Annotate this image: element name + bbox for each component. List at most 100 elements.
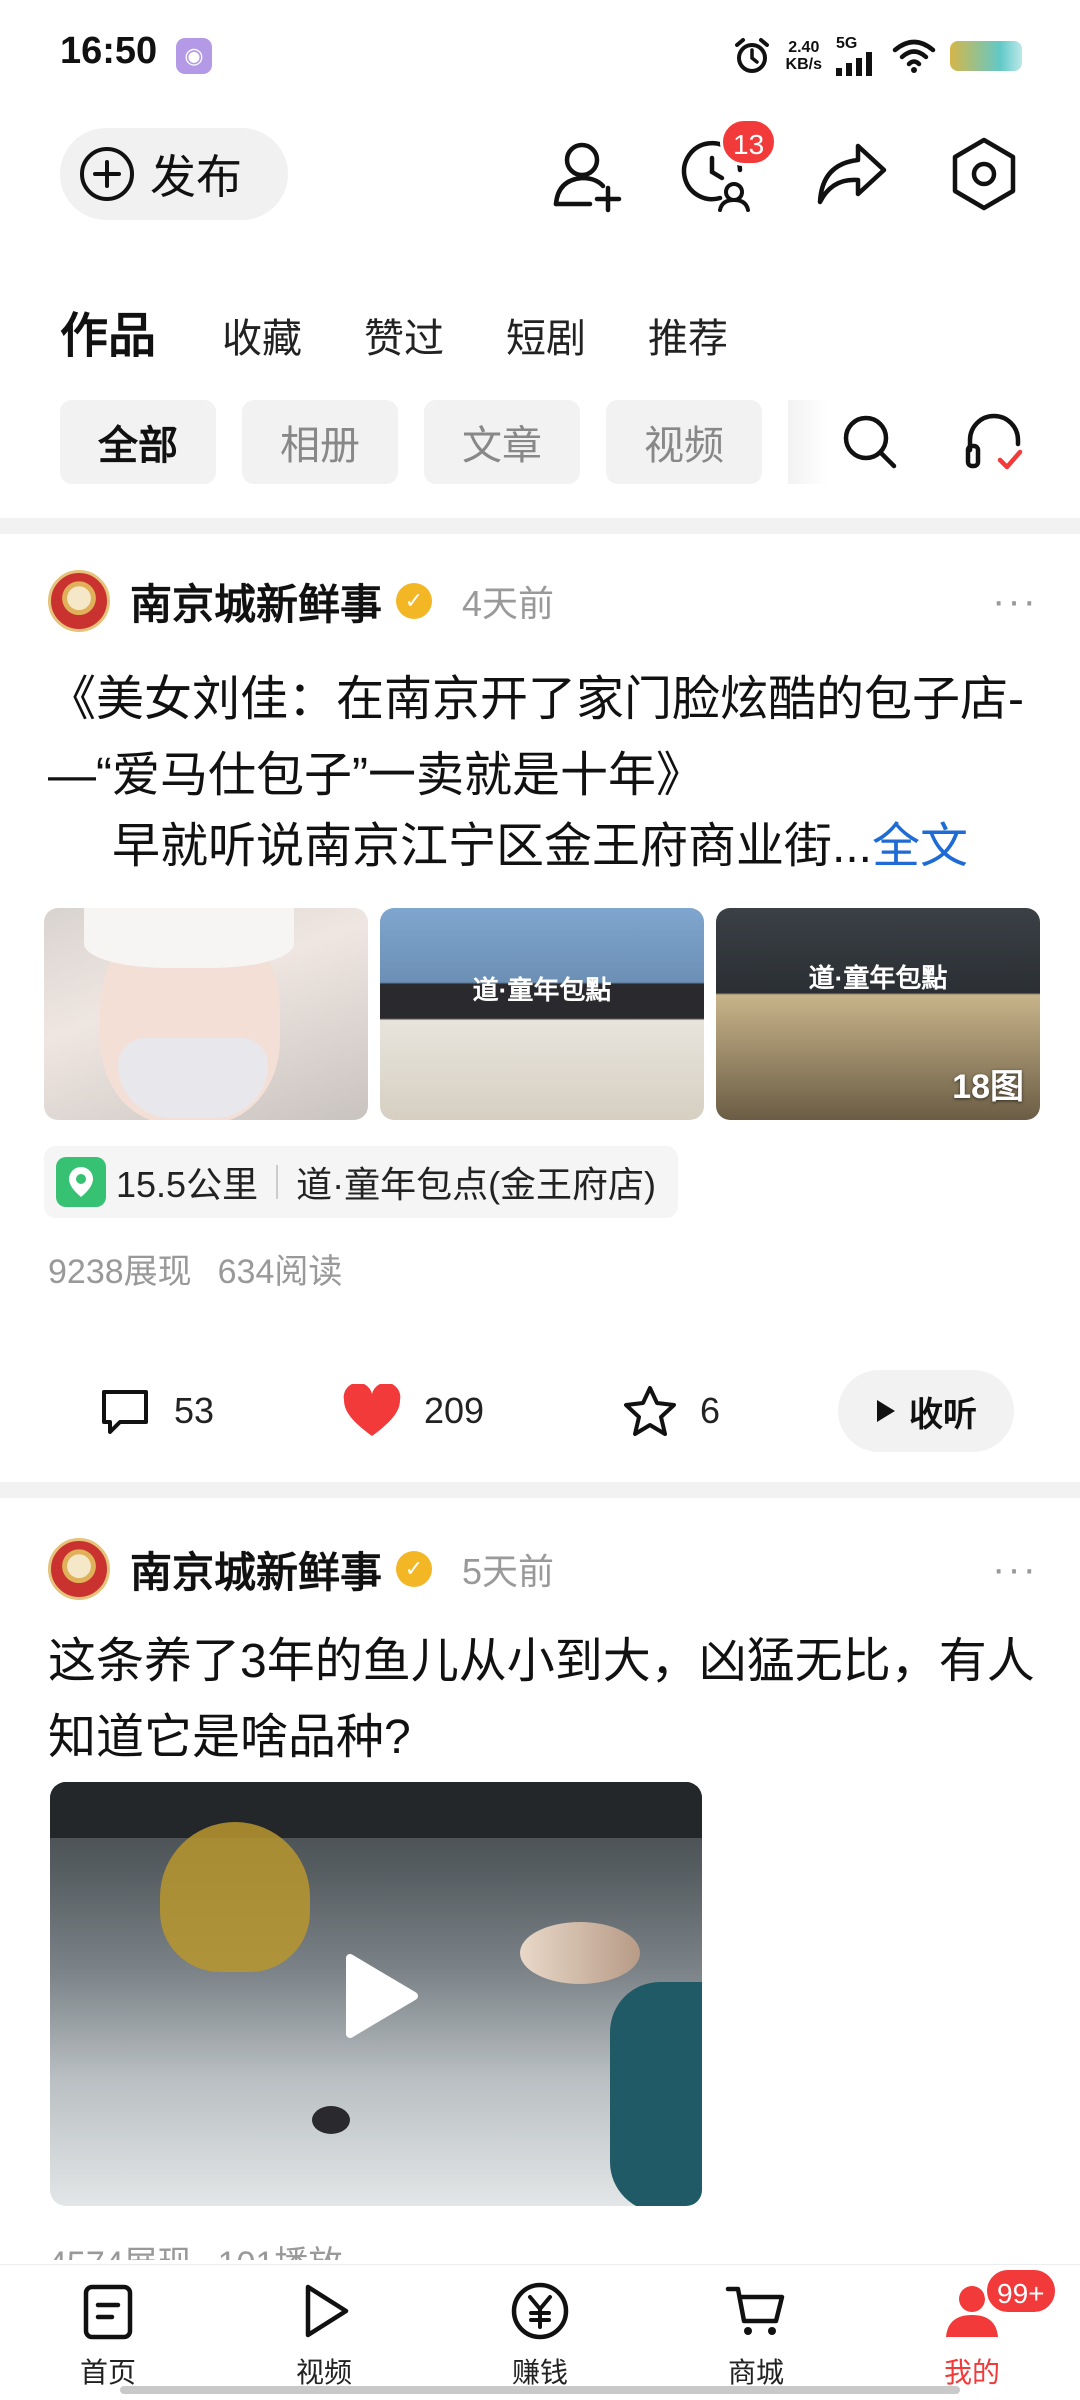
- history-button[interactable]: 13: [676, 118, 778, 216]
- location-name: 道·童年包点(金王府店): [296, 1164, 657, 1205]
- shop-sign: 道·童年包點: [472, 975, 612, 1005]
- favorite-count: 6: [700, 1390, 721, 1431]
- filter-chips: 全部 相册 文章 视频: [60, 400, 828, 484]
- nav-earn[interactable]: 赚钱: [470, 2279, 610, 2391]
- listen-button[interactable]: 收听: [838, 1370, 1014, 1452]
- cart-icon: [725, 2286, 785, 2335]
- post-image[interactable]: 道·童年包點 18图: [716, 908, 1040, 1120]
- plays-count: 101播放: [218, 2236, 343, 2260]
- nav-home[interactable]: 首页: [38, 2279, 178, 2391]
- nav-profile[interactable]: 我的 99+: [902, 2267, 1058, 2391]
- heart-icon: [343, 1384, 401, 1436]
- avatar[interactable]: [48, 1538, 110, 1600]
- status-bar: 16:50 ◉ 2.40 KB/s 5G: [0, 0, 1080, 110]
- verified-icon: ✓: [396, 1551, 433, 1587]
- post-stats: 4574展现 101播放: [48, 2236, 342, 2260]
- cell-signal: 5G: [836, 36, 878, 76]
- comment-button[interactable]: 53: [98, 1366, 214, 1456]
- nav-label: 商城: [727, 2357, 784, 2388]
- search-icon[interactable]: [838, 410, 902, 474]
- publish-label: 发布: [150, 151, 242, 203]
- home-icon: [83, 2284, 133, 2340]
- image-count: 18图: [952, 1068, 1024, 1106]
- favorite-button[interactable]: 6: [622, 1366, 720, 1456]
- verified-icon: ✓: [396, 583, 433, 619]
- post-stats: 9238展现 634阅读: [48, 1244, 342, 1293]
- net-speed-value: 2.40: [788, 39, 820, 56]
- status-time: 16:50: [60, 30, 158, 72]
- tab-recommend[interactable]: 推荐: [648, 306, 728, 364]
- tab-liked[interactable]: 赞过: [364, 306, 444, 364]
- bottom-nav: 首页 视频 赚钱 商城 我的 99+: [0, 2264, 1080, 2400]
- more-icon[interactable]: ···: [992, 579, 1038, 624]
- section-divider: [0, 1482, 1080, 1498]
- comment-count: 53: [174, 1390, 215, 1431]
- video-thumbnail[interactable]: [50, 1782, 702, 2206]
- post-title[interactable]: 这条养了3年的鱼儿从小到大，凶猛无比，有人知道它是啥品种?: [48, 1624, 1038, 1776]
- chip-overflow-fade: [788, 400, 828, 484]
- comment-icon: [102, 1390, 148, 1434]
- location-pin-icon: [56, 1157, 106, 1207]
- impressions-count: 9238展现: [48, 1253, 192, 1291]
- tab-short-drama[interactable]: 短剧: [506, 306, 586, 364]
- chip-album[interactable]: 相册: [242, 400, 398, 484]
- location-chip[interactable]: 15.5公里 道·童年包点(金王府店): [44, 1146, 679, 1218]
- headset-icon[interactable]: [960, 408, 1028, 476]
- wifi-icon: [892, 39, 936, 73]
- chip-all[interactable]: 全部: [60, 400, 216, 484]
- reads-count: 634阅读: [217, 1253, 343, 1291]
- post-images: 道·童年包點 道·童年包點 18图: [44, 908, 1040, 1120]
- video-icon: [305, 2284, 349, 2338]
- section-divider: [0, 518, 1080, 534]
- more-icon[interactable]: ···: [992, 1547, 1038, 1592]
- nav-label: 首页: [79, 2357, 136, 2388]
- post-image[interactable]: 道·童年包點: [380, 908, 704, 1120]
- play-small-icon: [877, 1400, 895, 1422]
- net-speed-unit: KB/s: [785, 56, 822, 73]
- like-button[interactable]: 209: [342, 1366, 484, 1456]
- full-text-link[interactable]: 全文: [872, 820, 968, 873]
- nav-mall[interactable]: 商城: [686, 2279, 826, 2391]
- post-header: 南京城新鲜事 ✓ 4天前 ···: [48, 570, 1038, 632]
- nav-label: 我的: [943, 2357, 1000, 2388]
- share-icon[interactable]: [810, 132, 894, 216]
- tab-favorites[interactable]: 收藏: [222, 306, 302, 364]
- plus-circle-icon: [80, 147, 134, 201]
- tank-light: [160, 1822, 310, 1972]
- post-excerpt-text: 早就听说南京江宁区金王府商业街...: [112, 820, 873, 873]
- add-friend-icon[interactable]: [546, 132, 630, 216]
- status-indicators: 2.40 KB/s 5G: [732, 34, 1022, 78]
- profile-tabs: 作品 收藏 赞过 短剧 推荐: [60, 296, 790, 366]
- author-name[interactable]: 南京城新鲜事: [130, 571, 382, 632]
- alarm-icon: [734, 38, 769, 73]
- settings-icon[interactable]: [942, 132, 1026, 216]
- star-icon: [624, 1386, 676, 1436]
- location-distance: 15.5公里: [116, 1164, 259, 1205]
- tab-works[interactable]: 作品: [60, 296, 156, 366]
- post-title[interactable]: 《美女刘佳：在南京开了家门脸炫酷的包子店-—“爱马仕包子”一卖就是十年》: [48, 662, 1038, 814]
- post-image[interactable]: [44, 908, 368, 1120]
- post-actions: 53 209 6 收听: [0, 1366, 1080, 1456]
- home-indicator: [120, 2386, 960, 2394]
- fish-image: [520, 1922, 640, 1984]
- tank-lid: [50, 1782, 702, 1838]
- avatar[interactable]: [48, 570, 110, 632]
- play-icon[interactable]: [330, 1950, 422, 2042]
- like-count: 209: [424, 1390, 485, 1431]
- post-excerpt[interactable]: 早就听说南京江宁区金王府商业街...全文: [48, 812, 1038, 882]
- history-badge: 13: [720, 118, 778, 166]
- nav-video[interactable]: 视频: [254, 2279, 394, 2391]
- shop-sign: 道·童年包點: [808, 963, 948, 993]
- publish-button[interactable]: 发布: [60, 128, 288, 220]
- impressions-count: 4574展现: [48, 2236, 192, 2260]
- yuan-icon: [511, 2282, 569, 2340]
- author-name[interactable]: 南京城新鲜事: [130, 1539, 382, 1600]
- net-speed: 2.40 KB/s: [786, 39, 822, 73]
- signal-icon: [836, 52, 872, 76]
- post-header: 南京城新鲜事 ✓ 5天前 ···: [48, 1538, 1038, 1600]
- nav-label: 赚钱: [511, 2357, 568, 2388]
- chip-article[interactable]: 文章: [424, 400, 580, 484]
- battery-icon: [950, 41, 1022, 71]
- tank-rock: [312, 2106, 350, 2134]
- chip-video[interactable]: 视频: [606, 400, 762, 484]
